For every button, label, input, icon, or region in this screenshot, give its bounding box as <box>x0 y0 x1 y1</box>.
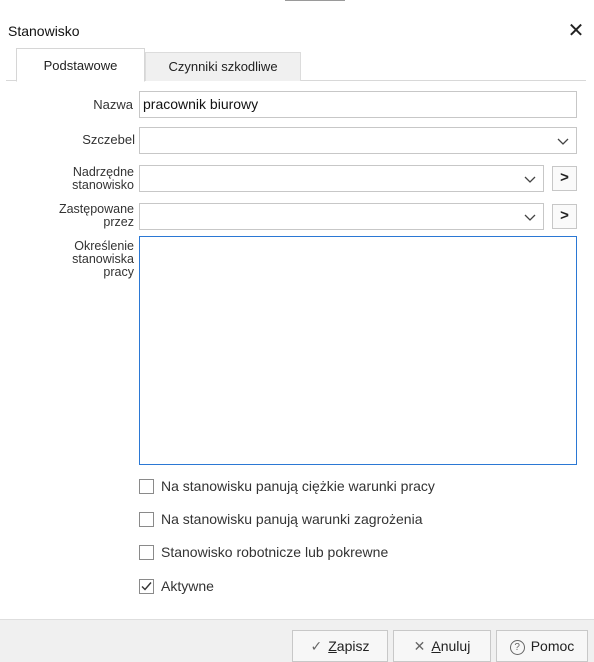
window-title: Stanowisko <box>8 23 80 39</box>
checkbox-box[interactable] <box>139 579 154 594</box>
checkbox-label: Stanowisko robotnicze lub pokrewne <box>161 544 389 560</box>
checkbox-box[interactable] <box>139 479 154 494</box>
close-button[interactable]: ✕ <box>564 19 588 43</box>
nadrzedne-label-line2: stanowisko <box>72 178 134 192</box>
check-icon: ✓ <box>310 638 323 654</box>
nadrzedne-label: Nadrzędne stanowisko <box>40 166 134 192</box>
szczebel-label: Szczebel <box>82 132 135 147</box>
help-icon: ? <box>509 640 525 655</box>
zastepowane-goto-button[interactable]: > <box>552 204 577 229</box>
checkbox-box[interactable] <box>139 512 154 527</box>
tab-bar: Podstawowe Czynniki szkodliwe <box>6 48 586 82</box>
chevron-down-icon <box>524 214 536 221</box>
checkbox-box[interactable] <box>139 545 154 560</box>
dialog-window: Stanowisko ✕ Podstawowe Czynniki szkodli… <box>0 0 594 662</box>
save-hotkey: Z <box>328 638 337 654</box>
close-icon: ✕ <box>413 638 426 654</box>
button-bar: ✓ Zapisz ✕ Anuluj ? Pomoc <box>0 619 594 662</box>
szczebel-select[interactable] <box>139 127 577 154</box>
top-divider <box>285 0 345 1</box>
save-label-rest: apisz <box>336 638 370 654</box>
cancel-label-rest: nuluj <box>440 638 471 654</box>
chevron-down-icon <box>557 138 569 145</box>
cancel-button[interactable]: ✕ Anuluj <box>393 630 491 662</box>
nazwa-label: Nazwa <box>93 97 133 112</box>
save-button[interactable]: ✓ Zapisz <box>292 630 388 662</box>
checkbox-label: Na stanowisku panują warunki zagrożenia <box>161 511 423 527</box>
okreslenie-textarea[interactable] <box>139 236 577 465</box>
checkbox-label: Na stanowisku panują ciężkie warunki pra… <box>161 478 435 494</box>
okreslenie-label: Określenie stanowiska pracy <box>40 240 134 279</box>
tab-podstawowe[interactable]: Podstawowe <box>16 48 145 82</box>
chevron-down-icon <box>524 176 536 183</box>
nazwa-value: pracownik biurowy <box>143 96 259 112</box>
cancel-hotkey: A <box>431 638 441 654</box>
help-label: Pomoc <box>530 638 575 654</box>
nadrzedne-goto-button[interactable]: > <box>552 166 577 191</box>
okreslenie-label-line3: pracy <box>103 265 134 279</box>
checkbox-label: Aktywne <box>161 578 214 594</box>
nadrzedne-select[interactable] <box>139 165 544 192</box>
zastepowane-label: Zastępowane przez <box>40 203 134 229</box>
nazwa-input[interactable]: pracownik biurowy <box>139 91 577 118</box>
tab-czynniki-szkodliwe[interactable]: Czynniki szkodliwe <box>145 52 301 81</box>
check-icon <box>141 582 152 591</box>
zastepowane-select[interactable] <box>139 203 544 230</box>
title-bar: Stanowisko ✕ <box>0 16 594 46</box>
zastepowane-label-line2: przez <box>103 215 134 229</box>
help-button[interactable]: ? Pomoc <box>496 630 588 662</box>
